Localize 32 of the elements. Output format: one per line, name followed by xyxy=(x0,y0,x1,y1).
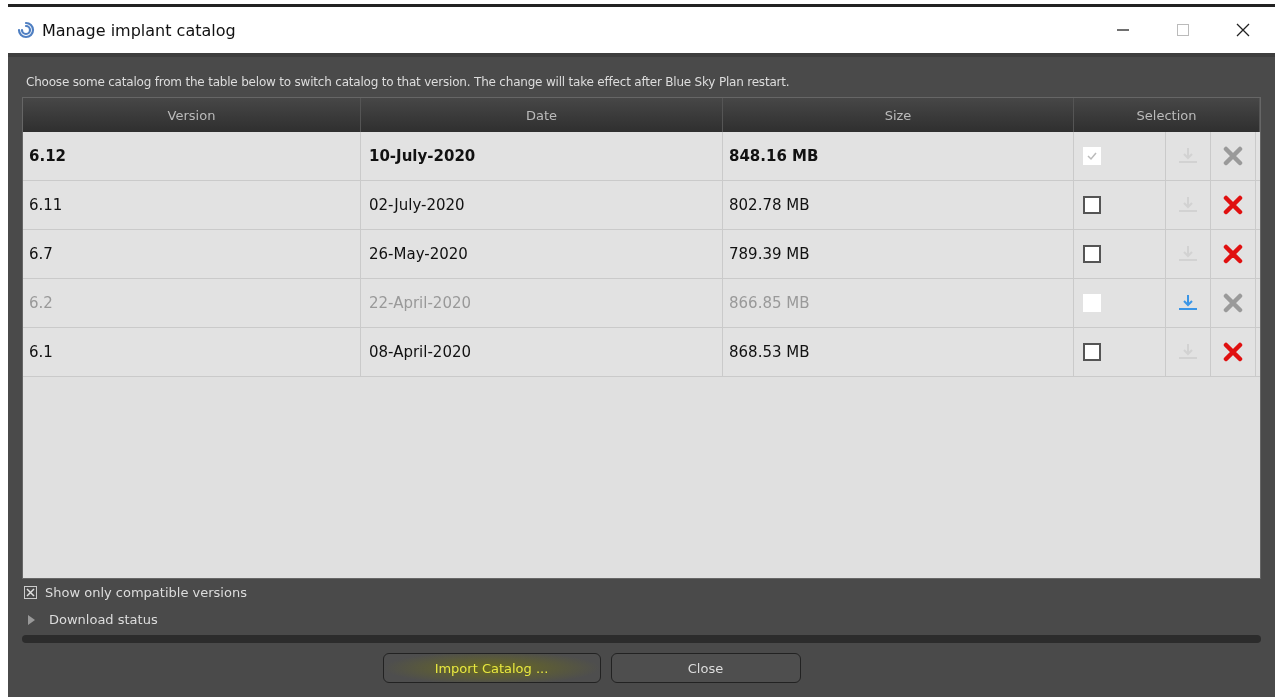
table-cell: 22-April-2020 xyxy=(361,279,723,327)
table-cell: 6.11 xyxy=(23,181,361,229)
checkbox[interactable] xyxy=(1083,245,1101,263)
table-cell: 26-May-2020 xyxy=(361,230,723,278)
table-cell: 6.12 xyxy=(23,132,361,180)
window-title: Manage implant catalog xyxy=(42,20,236,40)
table-cell: 6.7 xyxy=(23,230,361,278)
minimize-icon xyxy=(1115,29,1131,31)
table-cell: 02-July-2020 xyxy=(361,181,723,229)
table-cell: 868.53 MB xyxy=(723,328,1074,376)
section-label: Download status xyxy=(49,612,158,627)
dialog-button[interactable]: Close xyxy=(610,653,801,683)
checkbox-label: Show only compatible versions xyxy=(45,585,247,600)
checkbox[interactable] xyxy=(1083,196,1101,214)
delete-icon[interactable] xyxy=(1223,195,1243,215)
table-cell: 10-July-2020 xyxy=(361,132,723,180)
expand-arrow-icon[interactable] xyxy=(28,614,35,625)
dialog-button[interactable]: Import Catalog ... xyxy=(382,653,601,683)
table-cell: 6.2 xyxy=(23,279,361,327)
table-cell: 6.1 xyxy=(23,328,361,376)
table-cell: 08-April-2020 xyxy=(361,328,723,376)
swirl-logo-icon xyxy=(16,20,36,40)
close-icon xyxy=(1235,22,1251,38)
checkbox[interactable] xyxy=(1083,343,1101,361)
table-cell: 802.78 MB xyxy=(723,181,1074,229)
maximize-icon xyxy=(1175,22,1191,38)
delete-icon[interactable] xyxy=(1223,342,1243,362)
table-cell: 789.39 MB xyxy=(723,230,1074,278)
delete-icon[interactable] xyxy=(1223,244,1243,264)
table-cell: 866.85 MB xyxy=(723,279,1074,327)
table-cell: 848.16 MB xyxy=(723,132,1074,180)
instruction-text: Choose some catalog from the table below to switch catalog to that version. The change will take effect after Blue Sky Plan restart. xyxy=(25,74,791,91)
